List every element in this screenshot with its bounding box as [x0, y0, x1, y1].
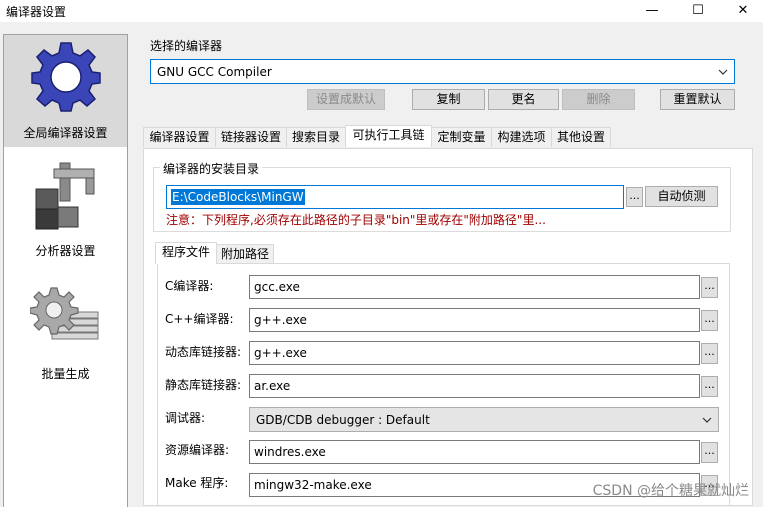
sidebar-item-profiler[interactable]: 分析器设置 [4, 153, 127, 265]
c-compiler-browse-button[interactable]: ... [701, 277, 718, 298]
install-dir-input[interactable]: E:\CodeBlocks\MinGW [166, 185, 624, 209]
install-dir-group-label: 编译器的安装目录 [160, 160, 263, 177]
rename-button[interactable]: 更名 [488, 89, 559, 110]
dynamic-linker-input[interactable]: g++.exe [249, 341, 700, 365]
tab-custom-variables[interactable]: 定制变量 [431, 127, 492, 147]
sidebar-item-label: 全局编译器设置 [23, 126, 108, 140]
debugger-select-value: GDB/CDB debugger : Default [256, 412, 430, 427]
selected-compiler-label: 选择的编译器 [150, 39, 223, 53]
resource-compiler-label: 资源编译器: [165, 443, 230, 457]
install-dir-browse-button[interactable]: ... [626, 187, 643, 207]
make-program-label: Make 程序: [165, 476, 229, 490]
static-linker-browse-button[interactable]: ... [701, 376, 718, 397]
tab-other-settings[interactable]: 其他设置 [551, 127, 611, 147]
c-compiler-label: C编译器: [165, 279, 214, 293]
subtab-program-files[interactable]: 程序文件 [155, 242, 217, 264]
chevron-down-icon [702, 417, 712, 423]
maximize-button[interactable]: ☐ [676, 0, 720, 22]
sidebar-item-batch-build[interactable]: 批量生成 [4, 276, 127, 388]
debugger-select[interactable]: GDB/CDB debugger : Default [249, 407, 719, 432]
close-button[interactable]: ✕ [721, 0, 763, 22]
install-dir-warning: 注意：下列程序,必须存在此路径的子目录"bin"里或存在"附加路径"里... [166, 213, 546, 227]
resource-compiler-browse-button[interactable]: ... [701, 442, 718, 463]
sidebar-item-label: 批量生成 [41, 367, 90, 381]
dynamic-linker-label: 动态库链接器: [165, 345, 242, 359]
watermark: CSDN @给个糖果就灿烂 [592, 483, 749, 499]
compiler-select[interactable]: GNU GCC Compiler [150, 59, 735, 84]
delete-button[interactable]: 删除 [562, 89, 635, 110]
caliper-blocks-icon [35, 162, 95, 230]
tab-search-directories[interactable]: 搜索目录 [286, 127, 346, 147]
subtab-additional-paths[interactable]: 附加路径 [216, 244, 274, 264]
cpp-compiler-label: C++编译器: [165, 312, 234, 326]
title-bar: 编译器设置 — ☐ ✕ [0, 0, 763, 22]
reset-defaults-button[interactable]: 重置默认 [660, 89, 735, 110]
c-compiler-input[interactable]: gcc.exe [249, 275, 700, 299]
static-linker-input[interactable]: ar.exe [249, 374, 700, 398]
window-title: 编译器设置 [6, 5, 67, 19]
cpp-compiler-browse-button[interactable]: ... [701, 310, 718, 331]
gear-icon [31, 42, 101, 112]
compiler-select-value: GNU GCC Compiler [157, 64, 272, 79]
auto-detect-button[interactable]: 自动侦测 [645, 186, 718, 207]
set-default-button[interactable]: 设置成默认 [307, 89, 385, 110]
minimize-button[interactable]: — [630, 0, 674, 22]
dynamic-linker-browse-button[interactable]: ... [701, 343, 718, 364]
tab-build-options[interactable]: 构建选项 [491, 127, 552, 147]
gear-stack-icon [30, 287, 99, 340]
cpp-compiler-input[interactable]: g++.exe [249, 308, 700, 332]
chevron-down-icon [718, 69, 728, 75]
tab-compiler-settings[interactable]: 编译器设置 [143, 127, 216, 147]
install-dir-value: E:\CodeBlocks\MinGW [171, 189, 305, 205]
copy-button[interactable]: 复制 [412, 89, 485, 110]
category-sidebar: 全局编译器设置 分析器设置 批量生成 [3, 34, 128, 507]
resource-compiler-input[interactable]: windres.exe [249, 440, 700, 464]
static-linker-label: 静态库链接器: [165, 378, 242, 392]
debugger-label: 调试器: [165, 411, 206, 425]
tab-toolchain-executables[interactable]: 可执行工具链 [345, 125, 432, 147]
tab-linker-settings[interactable]: 链接器设置 [215, 127, 287, 147]
sidebar-item-global-compiler[interactable]: 全局编译器设置 [4, 35, 127, 147]
sidebar-item-label: 分析器设置 [35, 244, 96, 258]
